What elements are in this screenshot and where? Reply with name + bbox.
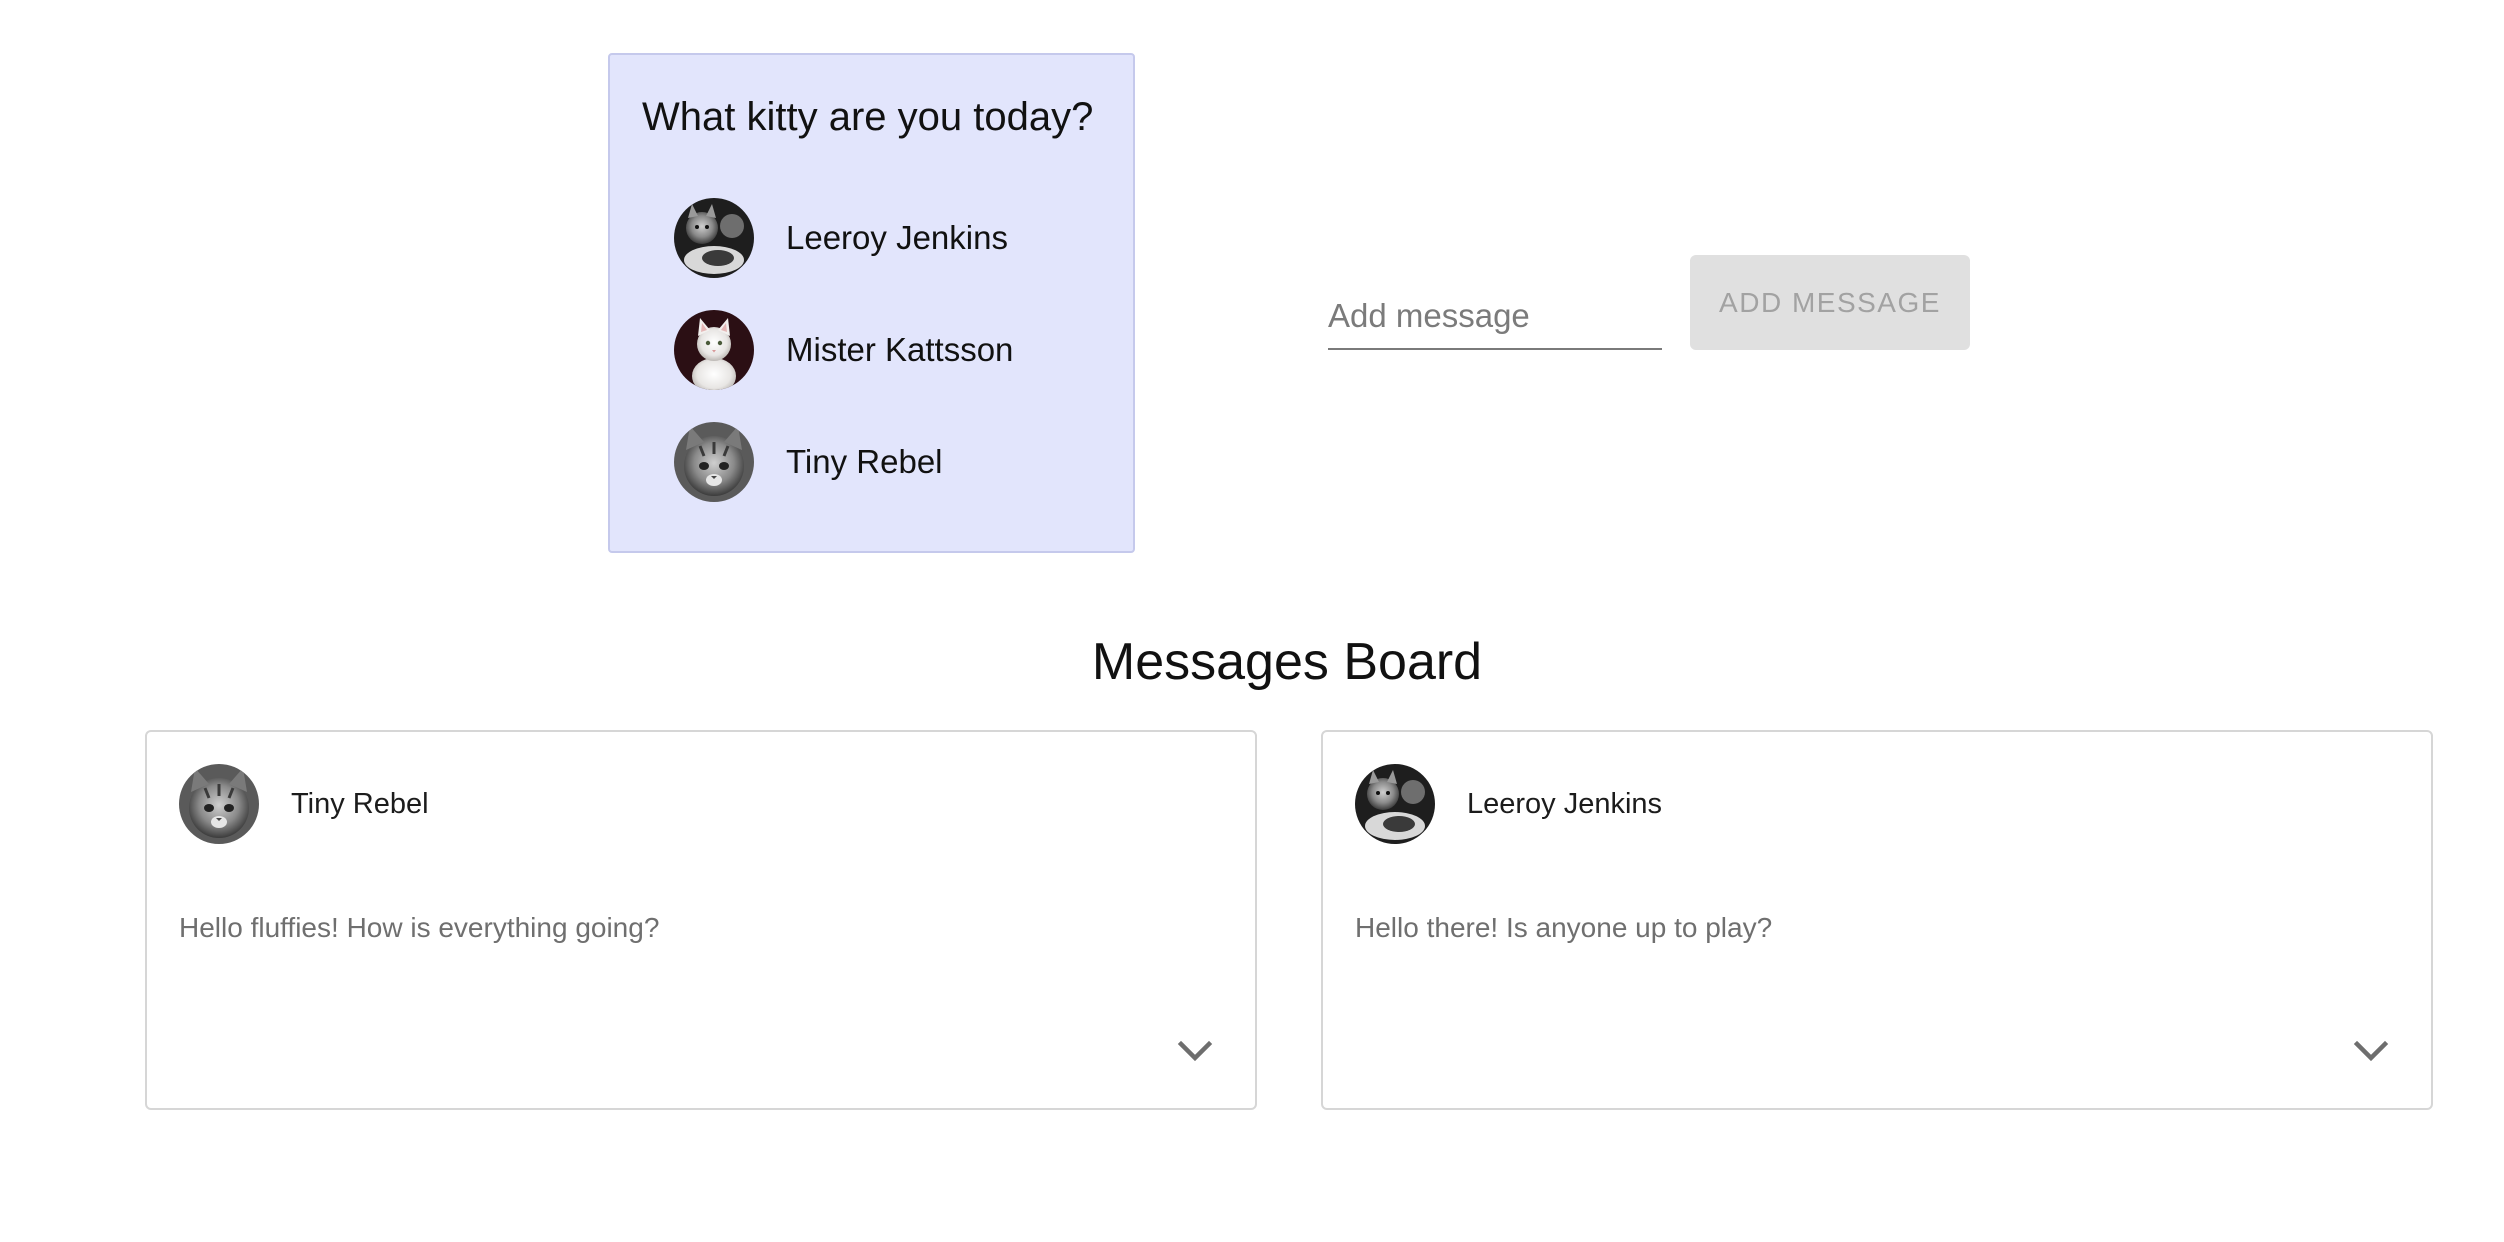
- cat-photo-icon: [674, 422, 754, 502]
- message-card-header: Leeroy Jenkins: [1355, 764, 1662, 844]
- kitty-option-name: Tiny Rebel: [786, 443, 943, 480]
- kitty-picker-title: What kitty are you today?: [642, 95, 1094, 139]
- expand-message-button[interactable]: [2351, 1036, 2391, 1066]
- message-text: Hello fluffies! How is everything going?: [179, 912, 660, 943]
- kitty-option-mister-kattsson[interactable]: Mister Kattsson: [674, 308, 1013, 392]
- kitty-option-leeroy-jenkins[interactable]: Leeroy Jenkins: [674, 196, 1008, 280]
- chevron-down-icon: [1177, 1040, 1213, 1062]
- message-input-container: [1328, 280, 1662, 350]
- board-title: Messages Board: [1091, 633, 1483, 691]
- cat-photo-icon: [1355, 764, 1435, 844]
- message-card: Leeroy Jenkins Hello there! Is anyone up…: [1321, 730, 2433, 1110]
- cat-photo-icon: [179, 764, 259, 844]
- add-message-button[interactable]: ADD MESSAGE: [1690, 255, 1970, 350]
- kitty-picker-panel: What kitty are you today? Leeroy Jenkins: [608, 53, 1135, 553]
- kitty-option-name: Mister Kattsson: [786, 331, 1014, 368]
- message-card-header: Tiny Rebel: [179, 764, 429, 844]
- message-text: Hello there! Is anyone up to play?: [1355, 912, 1773, 943]
- cat-photo-icon: [674, 310, 754, 390]
- message-input[interactable]: [1328, 290, 1662, 342]
- expand-message-button[interactable]: [1175, 1036, 1215, 1066]
- chevron-down-icon: [2353, 1040, 2389, 1062]
- cat-photo-icon: [674, 198, 754, 278]
- kitty-option-tiny-rebel[interactable]: Tiny Rebel: [674, 420, 943, 504]
- message-author: Leeroy Jenkins: [1467, 787, 1663, 820]
- message-card: Tiny Rebel Hello fluffies! How is everyt…: [145, 730, 1257, 1110]
- kitty-option-name: Leeroy Jenkins: [786, 219, 1008, 256]
- message-author: Tiny Rebel: [291, 787, 429, 820]
